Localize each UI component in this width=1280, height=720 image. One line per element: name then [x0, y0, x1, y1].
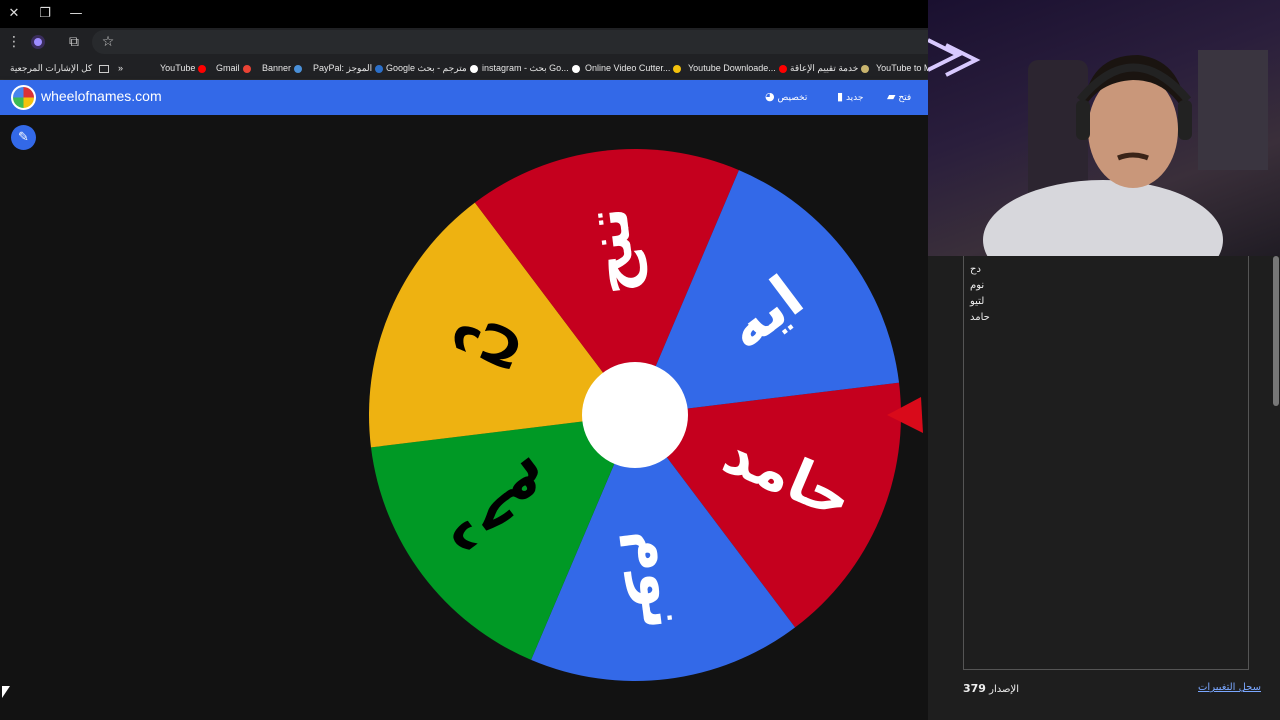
bookmark-item[interactable]: Banner — [262, 60, 305, 76]
bookmark-label: Youtube Downloade... — [688, 63, 776, 73]
video-cutter-icon — [673, 64, 682, 73]
wheel-of-names[interactable]: حامدنومدحمدحتنحايه — [0, 115, 928, 720]
bookmarks-bar: كل الإشارات المرجعية » YouTube Gmail Ban… — [0, 56, 933, 80]
bookmark-label: YouTube — [160, 63, 196, 73]
new-button[interactable]: ▮ جديد — [832, 90, 863, 103]
close-window-icon[interactable]: ✕ — [4, 4, 24, 24]
folder-open-icon: ▰ — [887, 90, 896, 103]
mouse-cursor-icon — [2, 686, 10, 698]
new-file-icon: ▮ — [837, 90, 844, 103]
app-header: wheelofnames.com ◕ تخصيص ▮ جديد ▰ فتح — [0, 80, 928, 115]
gmail-icon — [242, 64, 251, 73]
entry-line: لتيو — [970, 296, 985, 307]
bookmark-star-icon[interactable]: ☆ — [98, 32, 118, 52]
bookmark-label: Banner — [262, 63, 292, 73]
bookmark-label: Gmail — [216, 63, 240, 73]
browser-address-bar: ⋮ ⧉ ☆ — [0, 28, 928, 56]
entries-textarea[interactable]: دح نوم لتيو حامد — [963, 256, 1249, 670]
bookmark-item[interactable]: Gmail — [216, 60, 254, 76]
entry-line: نوم — [970, 280, 985, 291]
site-name[interactable]: wheelofnames.com — [41, 88, 162, 104]
palette-icon: ◕ — [765, 90, 775, 103]
disability-service-icon — [861, 64, 870, 73]
bookmark-item[interactable]: Online Video Cutter... — [585, 60, 684, 76]
wheel-segment-label: تنح — [572, 204, 651, 299]
entries-panel: دح نوم لتيو حامد 379 الإصدار سجل التغيير… — [928, 256, 1280, 720]
restore-window-icon[interactable]: ❐ — [35, 4, 55, 24]
panel-scrollbar[interactable] — [1273, 256, 1279, 406]
bookmark-item[interactable]: YouTube to Mi — [876, 60, 933, 76]
bookmark-label: Online Video Cutter... — [585, 63, 671, 73]
wheel-area: ✎ حامد نوم دحم دح تنح ايه — [0, 115, 928, 720]
browser-title-bar: ✕ ❐ — — [0, 0, 928, 28]
bookmark-label: PayPal: الموجز — [313, 63, 373, 73]
new-label: جديد — [845, 93, 864, 103]
youtube-icon — [198, 64, 207, 73]
bookmarks-overflow-button[interactable]: » — [118, 60, 123, 76]
open-button[interactable]: ▰ فتح — [882, 90, 911, 103]
minimize-window-icon[interactable]: — — [66, 4, 86, 24]
bookmark-label: instagram - بحث Go... — [482, 63, 569, 73]
open-label: فتح — [898, 93, 912, 103]
entry-line: حامد — [970, 312, 990, 323]
bookmark-label: YouTube to Mi — [876, 63, 934, 73]
bookmark-item[interactable]: PayPal: الموجز — [313, 60, 386, 76]
changelog-link[interactable]: سجل التغييرات — [1198, 682, 1261, 693]
banner-icon — [294, 64, 303, 73]
bookmark-item[interactable]: Youtube Downloade... — [688, 60, 790, 76]
customize-button[interactable]: ◕ تخصيص — [760, 90, 807, 103]
version-number: 379 — [963, 682, 986, 695]
extensions-icon[interactable]: ⧉ — [64, 32, 84, 52]
wheel-logo-icon[interactable] — [11, 85, 36, 110]
entry-line: دح — [970, 264, 981, 275]
streamer-figure — [928, 38, 1268, 256]
paypal-icon — [375, 64, 384, 73]
browser-menu-icon[interactable]: ⋮ — [4, 32, 24, 52]
customize-label: تخصيص — [777, 93, 808, 103]
omnibox[interactable]: ☆ — [92, 30, 928, 54]
bookmark-label: خدمة تقييم الإعاقة — [790, 63, 859, 73]
bookmark-item[interactable]: instagram - بحث Go... — [482, 60, 583, 76]
bookmark-item[interactable]: YouTube — [160, 60, 209, 76]
all-bookmarks-folder[interactable]: كل الإشارات المرجعية — [10, 60, 109, 76]
google-icon — [571, 64, 580, 73]
wheel-segment-label: نوم — [618, 524, 699, 632]
wheel-center-hub[interactable] — [582, 362, 688, 468]
bookmark-item[interactable]: Google مترجم - بحث — [386, 60, 481, 76]
webcam-overlay — [928, 0, 1280, 256]
folder-icon — [98, 64, 109, 73]
downloader-icon — [778, 64, 787, 73]
bookmark-item[interactable]: خدمة تقييم الإعاقة — [790, 60, 872, 76]
version-info: 379 الإصدار — [963, 682, 1019, 695]
bookmark-label: Google مترجم - بحث — [386, 63, 467, 73]
profile-avatar-icon[interactable] — [28, 32, 48, 52]
all-bookmarks-label: كل الإشارات المرجعية — [10, 63, 93, 73]
google-icon — [469, 64, 478, 73]
version-label: الإصدار — [989, 684, 1019, 695]
